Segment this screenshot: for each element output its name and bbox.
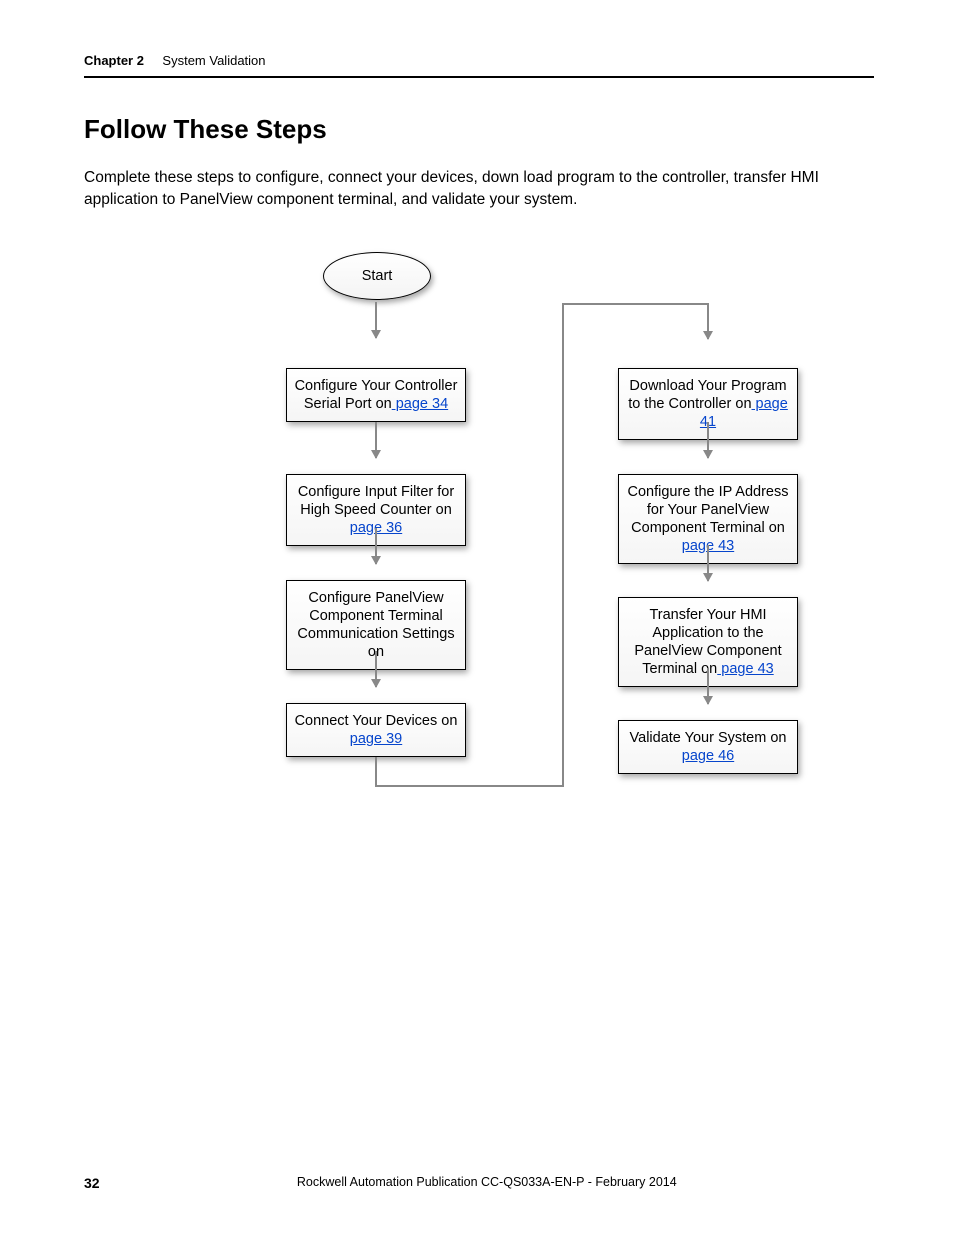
publication-info: Rockwell Automation Publication CC-QS033…	[84, 1175, 874, 1189]
step-text: Validate Your System on	[630, 730, 787, 746]
running-header: Chapter 2 System Validation	[84, 52, 874, 78]
arrow-icon	[375, 302, 377, 338]
page-link[interactable]: page 46	[682, 748, 734, 764]
step-connect-devices: Connect Your Devices on page 39	[286, 703, 466, 757]
step-text: Configure PanelView Component Terminal C…	[297, 590, 454, 660]
arrow-icon	[375, 528, 377, 564]
arrow-icon	[375, 422, 377, 458]
arrow-icon	[707, 422, 709, 458]
intro-paragraph: Complete these steps to configure, conne…	[84, 167, 874, 212]
arrow-icon	[707, 668, 709, 704]
step-text: Connect Your Devices on	[295, 713, 458, 729]
connector	[562, 303, 564, 787]
connector	[375, 757, 377, 785]
section-title: Follow These Steps	[84, 114, 874, 145]
connector	[562, 303, 708, 305]
page: Chapter 2 System Validation Follow These…	[0, 0, 954, 1235]
step-text: Configure the IP Address for Your PanelV…	[628, 484, 789, 536]
chapter-label: Chapter 2	[84, 53, 144, 68]
step-configure-serial-port: Configure Your Controller Serial Port on…	[286, 368, 466, 422]
step-validate-system: Validate Your System on page 46	[618, 720, 798, 774]
page-number: 32	[84, 1175, 100, 1191]
step-text: Configure Input Filter for High Speed Co…	[298, 484, 454, 518]
arrow-icon	[707, 303, 709, 339]
arrow-icon	[707, 545, 709, 581]
page-link[interactable]: page 43	[717, 661, 773, 677]
page-link[interactable]: page 39	[350, 731, 402, 747]
chapter-title: System Validation	[162, 53, 265, 68]
start-node: Start	[323, 252, 431, 300]
arrow-icon	[375, 651, 377, 687]
flowchart: Start Configure Your Controller Serial P…	[284, 252, 844, 842]
page-link[interactable]: page 34	[392, 396, 448, 412]
footer: 32 Rockwell Automation Publication CC-QS…	[84, 1175, 874, 1191]
connector	[375, 785, 562, 787]
